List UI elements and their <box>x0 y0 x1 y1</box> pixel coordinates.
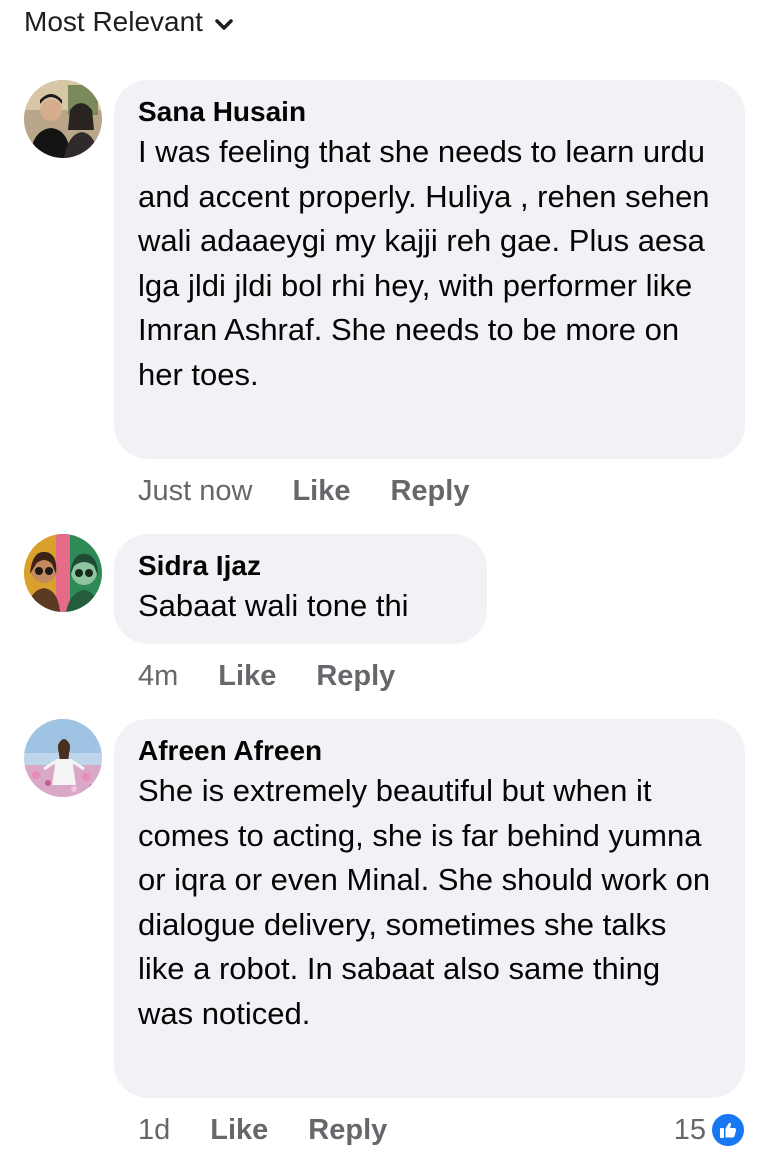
reaction-count: 15 <box>673 1113 706 1146</box>
like-button[interactable]: Like <box>210 1114 268 1147</box>
comment-bubble: Sana Husain I was feeling that she needs… <box>114 80 745 459</box>
comment-actions: Just now Like Reply <box>138 472 509 510</box>
comment-author[interactable]: Sana Husain <box>138 94 721 130</box>
comment-bubble: Afreen Afreen She is extremely beautiful… <box>114 719 745 1098</box>
chevron-down-icon <box>213 11 235 33</box>
avatar[interactable] <box>24 719 102 797</box>
avatar[interactable] <box>24 534 102 612</box>
comment-actions: 4m Like Reply <box>138 657 435 695</box>
comment-timestamp[interactable]: 1d <box>138 1114 170 1147</box>
reply-button[interactable]: Reply <box>390 475 469 508</box>
comment-actions: 1d Like Reply <box>138 1111 427 1149</box>
comment-author[interactable]: Afreen Afreen <box>138 733 721 769</box>
avatar[interactable] <box>24 80 102 158</box>
reply-button[interactable]: Reply <box>308 1114 387 1147</box>
reply-button[interactable]: Reply <box>316 660 395 693</box>
comment-text: I was feeling that she needs to learn ur… <box>138 134 710 392</box>
thumbs-up-icon <box>710 1112 746 1148</box>
comment-text: Sabaat wali tone thi <box>138 588 409 623</box>
sort-dropdown[interactable]: Most Relevant <box>24 4 235 40</box>
like-button[interactable]: Like <box>218 660 276 693</box>
reaction-summary[interactable]: 15 <box>674 1111 746 1149</box>
like-button[interactable]: Like <box>292 475 350 508</box>
comment-timestamp[interactable]: Just now <box>138 475 252 508</box>
comment-author[interactable]: Sidra Ijaz <box>138 548 463 584</box>
comment-bubble: Sidra Ijaz Sabaat wali tone thi <box>114 534 487 644</box>
sort-label: Most Relevant <box>24 6 203 37</box>
comment-timestamp[interactable]: 4m <box>138 660 178 693</box>
comment-text: She is extremely beautiful but when it c… <box>138 773 711 1031</box>
